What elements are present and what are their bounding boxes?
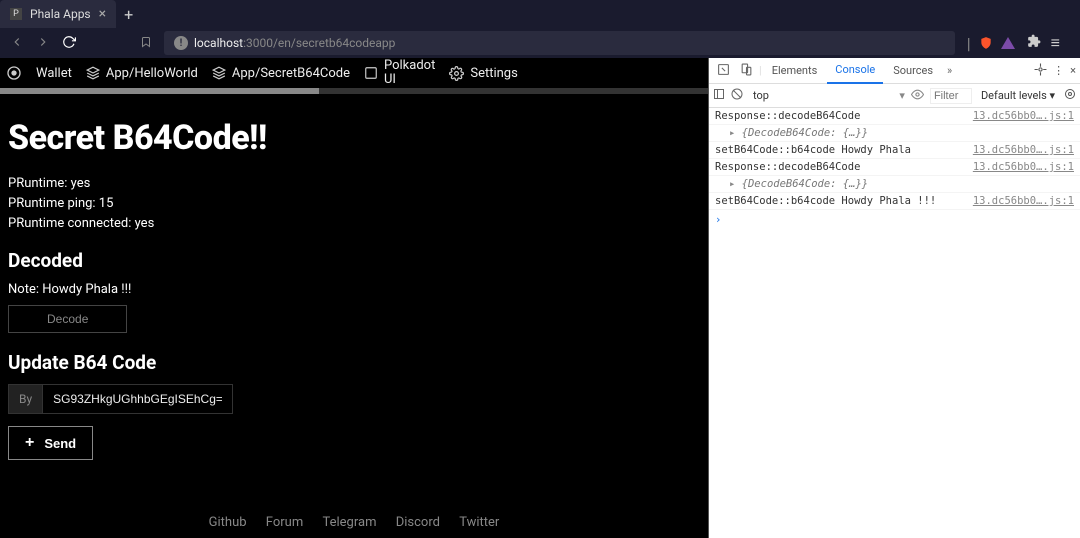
devtools-tabs: | Elements Console Sources » ⋮ × [709,58,1080,84]
browser-chrome: P Phala Apps × + ! localhost:3000/en/sec… [0,0,1080,58]
console-message: Response::decodeB64Code [715,110,973,122]
console-tab[interactable]: Console [827,58,883,84]
console-message: setB64Code::b64code Howdy Phala !!! [715,195,973,207]
main-layout: Wallet App/HelloWorld App/SecretB64Code … [0,58,1080,538]
console-row-object: {DecodeB64Code: {…}} [709,176,1080,193]
address-host: localhost [194,36,243,50]
elements-tab[interactable]: Elements [764,58,826,84]
devtools-kebab-icon[interactable]: ⋮ [1053,64,1064,77]
console-row: setB64Code::b64code Howdy Phala !!! 13.d… [709,193,1080,210]
record-icon[interactable] [6,65,22,81]
address-bar[interactable]: ! localhost:3000/en/secretb64codeapp [164,31,955,55]
settings-link[interactable]: Settings [449,66,517,81]
new-tab-button[interactable]: + [116,5,141,24]
console-row: Response::decodeB64Code 13.dc56bb0….js:1 [709,108,1080,125]
wallet-label: Wallet [36,66,72,81]
live-expression-icon[interactable] [911,88,924,104]
console-row-object: {DecodeB64Code: {…}} [709,125,1080,142]
b64-input[interactable] [43,384,233,414]
console-output: Response::decodeB64Code 13.dc56bb0….js:1… [709,108,1080,538]
decode-button[interactable]: Decode [8,305,127,333]
by-label: By [8,384,43,414]
console-settings-icon[interactable] [1064,88,1076,103]
device-toggle-icon[interactable] [736,63,757,79]
plus-icon: + [25,434,34,452]
footer-forum[interactable]: Forum [266,515,303,530]
footer-github[interactable]: Github [209,515,247,530]
app-secretb64-link[interactable]: App/SecretB64Code [212,66,350,81]
console-object[interactable]: {DecodeB64Code: {…}} [715,127,868,139]
context-dropdown-icon[interactable]: ▾ [779,89,905,102]
site-info-icon[interactable]: ! [174,36,188,50]
context-select[interactable]: top [749,89,773,102]
console-message: Response::decodeB64Code [715,161,973,173]
devtools-settings-icon[interactable] [1034,63,1047,79]
polkadot-label: Polkadot UI [384,59,435,88]
address-path: :3000/en/secretb64codeapp [243,36,395,50]
settings-label: Settings [470,66,517,81]
sources-tab[interactable]: Sources [885,58,941,84]
update-row: By [8,384,700,414]
pruntime-connected-status: PRuntime connected: yes [8,216,700,231]
brave-shield-icon[interactable] [979,36,993,50]
console-source-link[interactable]: 13.dc56bb0….js:1 [973,195,1074,207]
clear-console-icon[interactable] [731,88,743,103]
close-icon[interactable]: × [99,6,106,22]
app-hello-label: App/HelloWorld [106,66,198,81]
polkadot-ui-link[interactable]: Polkadot UI [364,59,435,88]
nav-bar: ! localhost:3000/en/secretb64codeapp | ≡ [0,28,1080,58]
wallet-link[interactable]: Wallet [36,66,72,81]
app-secret-label: App/SecretB64Code [232,66,350,81]
favicon: P [10,8,22,20]
devtools-tabs-right: ⋮ × [1034,63,1076,79]
browser-tab[interactable]: P Phala Apps × [0,0,116,28]
console-row: Response::decodeB64Code 13.dc56bb0….js:1 [709,159,1080,176]
page-title: Secret B64Code!! [8,118,700,158]
log-levels-select[interactable]: Default levels ▾ [978,89,1058,102]
back-button[interactable] [10,34,24,53]
browser-menu-area: ≡ [1027,33,1070,53]
console-sidebar-toggle-icon[interactable] [713,88,725,103]
divider: | [967,34,971,53]
tabs-bar: P Phala Apps × + [0,0,1080,28]
console-row: setB64Code::b64code Howdy Phala 13.dc56b… [709,142,1080,159]
footer-telegram[interactable]: Telegram [322,515,376,530]
send-label: Send [44,436,76,451]
extensions-icon[interactable] [1027,34,1041,52]
console-filter-bar: top ▾ Default levels ▾ [709,84,1080,108]
app-content: Secret B64Code!! PRuntime: yes PRuntime … [0,94,708,507]
bookmark-icon[interactable] [140,34,152,53]
console-prompt[interactable]: › [709,210,1080,230]
decoded-heading: Decoded [8,249,700,272]
app-topbar: Wallet App/HelloWorld App/SecretB64Code … [0,58,708,88]
console-filter-input[interactable] [930,88,972,104]
console-message: setB64Code::b64code Howdy Phala [715,144,973,156]
console-object[interactable]: {DecodeB64Code: {…}} [715,178,868,190]
footer-twitter[interactable]: Twitter [459,515,499,530]
console-source-link[interactable]: 13.dc56bb0….js:1 [973,161,1074,173]
decoded-note: Note: Howdy Phala !!! [8,282,700,297]
update-heading: Update B64 Code [8,351,700,374]
devtools-panel: | Elements Console Sources » ⋮ × top ▾ [708,58,1080,538]
footer-links: Github Forum Telegram Discord Twitter [0,507,708,538]
app-helloworld-link[interactable]: App/HelloWorld [86,66,198,81]
console-source-link[interactable]: 13.dc56bb0….js:1 [973,110,1074,122]
triangle-icon[interactable] [1001,37,1015,49]
tab-title: Phala Apps [30,7,91,21]
send-button[interactable]: + Send [8,426,93,460]
app-area: Wallet App/HelloWorld App/SecretB64Code … [0,58,708,538]
footer-discord[interactable]: Discord [396,515,440,530]
forward-button[interactable] [36,34,50,53]
pruntime-ping-status: PRuntime ping: 15 [8,196,700,211]
inspect-icon[interactable] [713,63,734,79]
pruntime-status: PRuntime: yes [8,176,700,191]
reload-button[interactable] [62,34,76,53]
devtools-close-icon[interactable]: × [1070,64,1076,77]
hamburger-icon[interactable]: ≡ [1051,33,1060,53]
extension-icons: | [967,34,1015,53]
more-tabs-icon[interactable]: » [943,64,956,77]
console-source-link[interactable]: 13.dc56bb0….js:1 [973,144,1074,156]
